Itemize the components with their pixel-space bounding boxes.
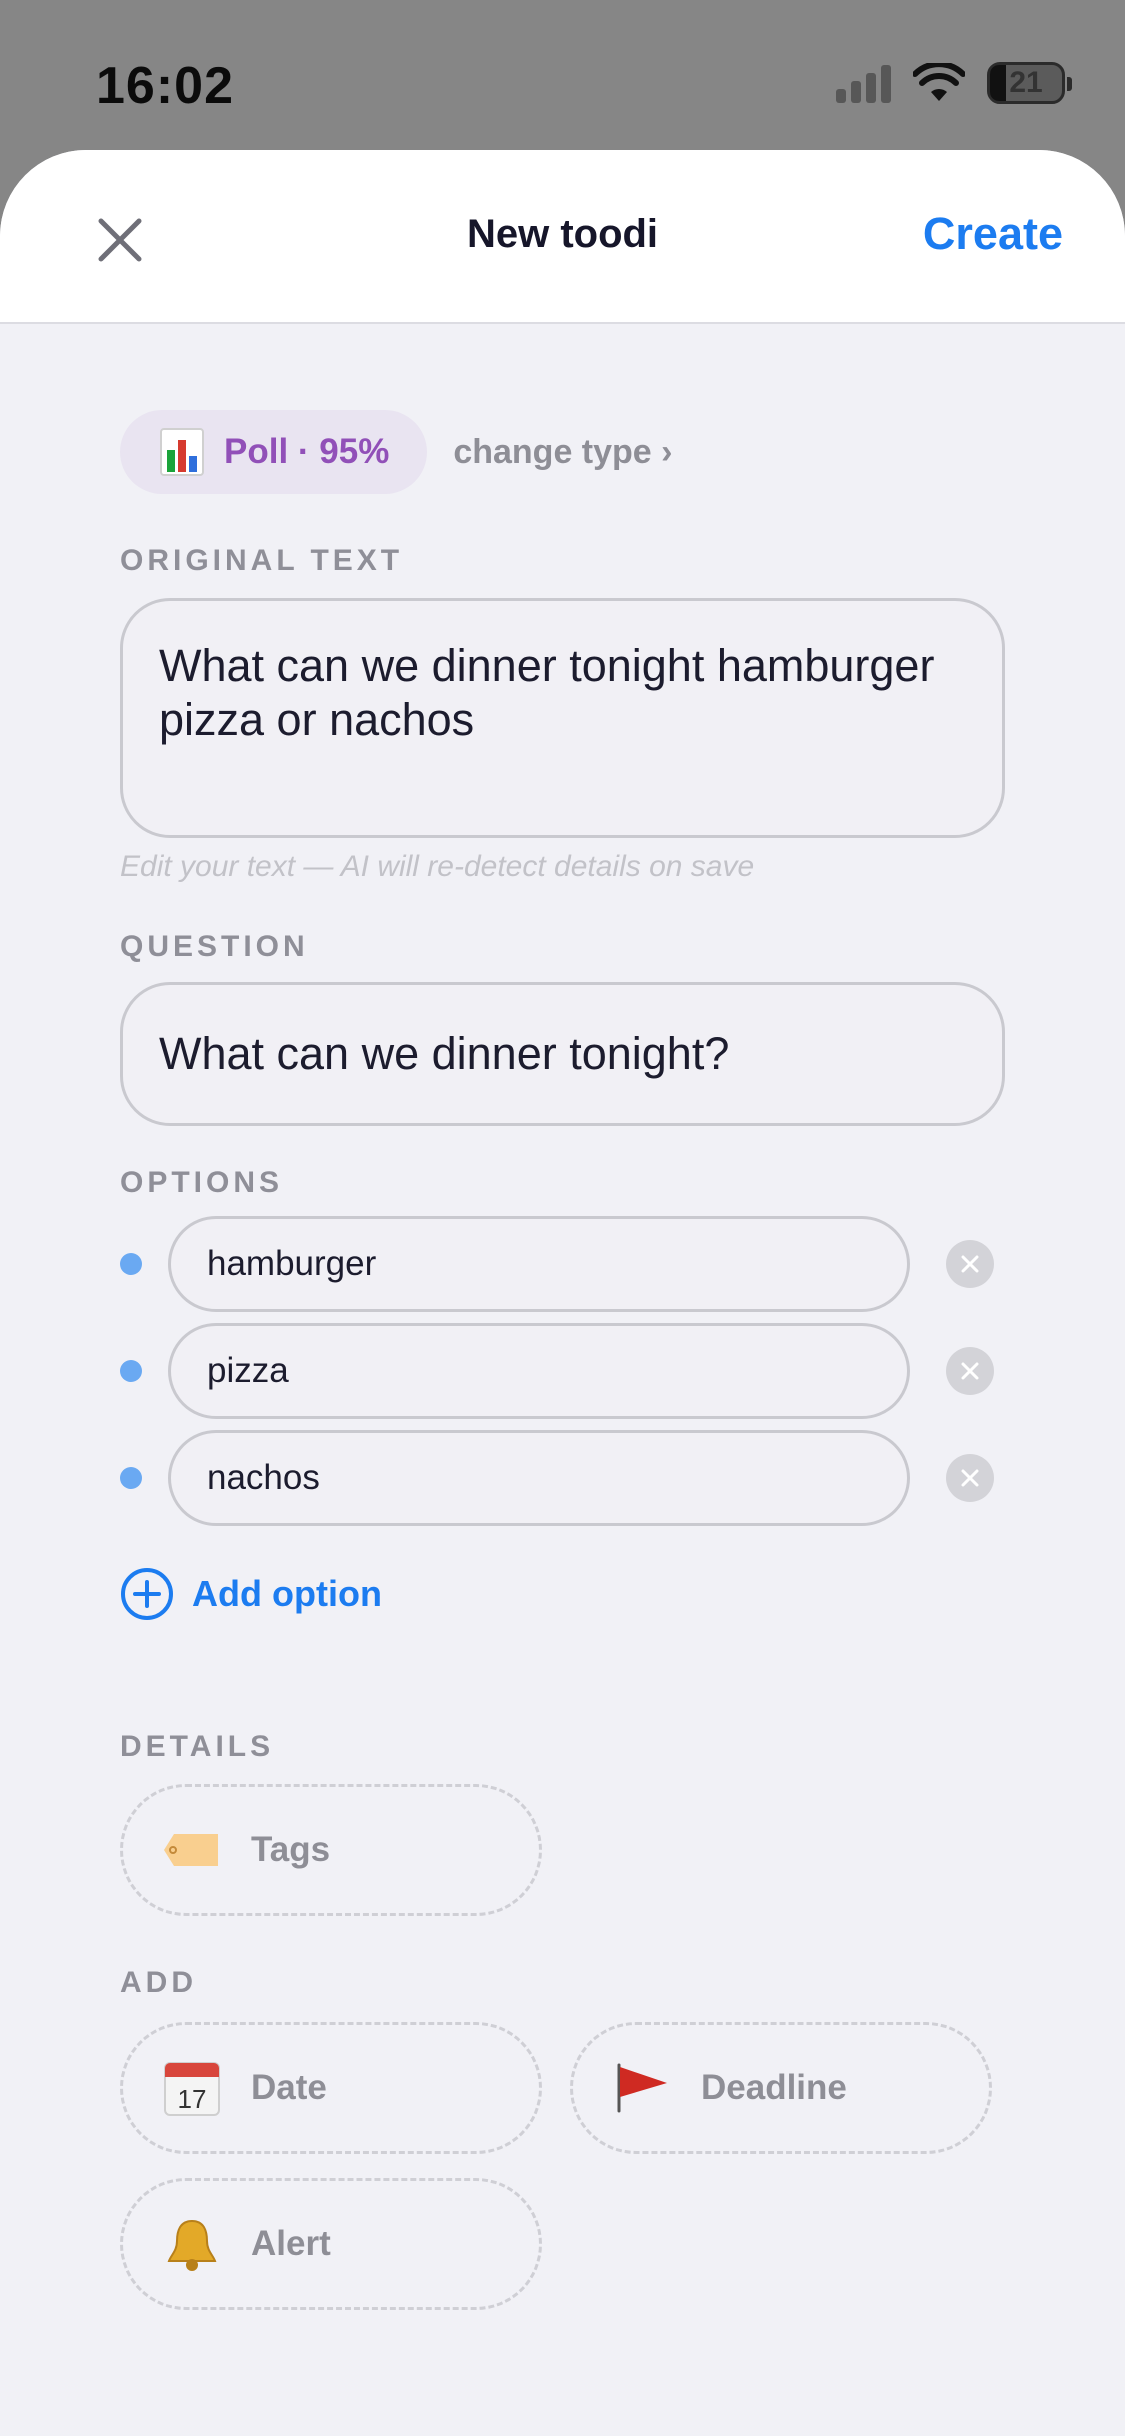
wifi-icon [913, 63, 965, 101]
remove-option-button[interactable] [946, 1240, 994, 1288]
original-text-field[interactable]: What can we dinner tonight hamburger piz… [120, 598, 1005, 838]
options-label: OPTIONS [120, 1166, 284, 1199]
form-content: Poll · 95% change type › ORIGINAL TEXT W… [120, 410, 1005, 2310]
add-chips: 17 Date Deadline Alert [120, 2022, 1005, 2310]
option-field[interactable]: hamburger [168, 1216, 910, 1312]
option-row: hamburger [120, 1216, 1005, 1312]
question-label: QUESTION [120, 930, 309, 963]
battery-level: 21 [1009, 66, 1043, 99]
date-label: Date [251, 2068, 327, 2107]
options-list: hamburger pizza nachos [120, 1216, 1005, 1526]
alert-label: Alert [251, 2224, 331, 2263]
remove-option-button[interactable] [946, 1347, 994, 1395]
status-icons: 21 [836, 62, 1072, 104]
type-label: Poll · 95% [224, 432, 390, 471]
flag-icon [611, 2057, 673, 2119]
bell-icon [161, 2213, 223, 2275]
type-badge[interactable]: Poll · 95% [120, 410, 428, 494]
calendar-icon: 17 [161, 2057, 223, 2119]
option-row: pizza [120, 1323, 1005, 1419]
option-bullet [120, 1467, 142, 1489]
option-bullet [120, 1360, 142, 1382]
option-field[interactable]: nachos [168, 1430, 910, 1526]
status-bar: 16:02 21 [0, 0, 1125, 150]
cellular-signal-icon [836, 63, 891, 103]
close-icon [961, 1362, 979, 1380]
create-button[interactable]: Create [923, 208, 1063, 260]
option-row: nachos [120, 1430, 1005, 1526]
question-field[interactable]: What can we dinner tonight? [120, 982, 1005, 1126]
new-toodi-sheet: New toodi Create Poll · 95% change type … [0, 150, 1125, 2436]
alert-chip[interactable]: Alert [120, 2178, 542, 2310]
original-text-hint: Edit your text — AI will re-detect detai… [120, 850, 755, 883]
deadline-label: Deadline [701, 2068, 847, 2107]
deadline-chip[interactable]: Deadline [570, 2022, 992, 2154]
svg-text:17: 17 [178, 2084, 207, 2114]
plus-circle-icon [121, 1568, 173, 1620]
status-time: 16:02 [96, 57, 234, 115]
sheet-header: New toodi Create [0, 150, 1125, 324]
option-field[interactable]: pizza [168, 1323, 910, 1419]
bar-chart-icon [160, 428, 204, 476]
tag-icon [161, 1819, 223, 1881]
tags-label: Tags [251, 1830, 331, 1869]
remove-option-button[interactable] [946, 1454, 994, 1502]
add-option-label: Add option [192, 1573, 382, 1614]
details-label: DETAILS [120, 1730, 275, 1763]
date-chip[interactable]: 17 Date [120, 2022, 542, 2154]
battery-icon: 21 [987, 62, 1072, 104]
type-row: Poll · 95% change type › [120, 410, 1005, 494]
add-label: ADD [120, 1966, 197, 1999]
close-icon [961, 1469, 979, 1487]
change-type-link[interactable]: change type › [453, 433, 672, 472]
tags-chip[interactable]: Tags [120, 1784, 542, 1916]
option-bullet [120, 1253, 142, 1275]
close-icon [961, 1255, 979, 1273]
add-option-button[interactable]: Add option [120, 1566, 1005, 1622]
original-text-label: ORIGINAL TEXT [120, 544, 404, 577]
